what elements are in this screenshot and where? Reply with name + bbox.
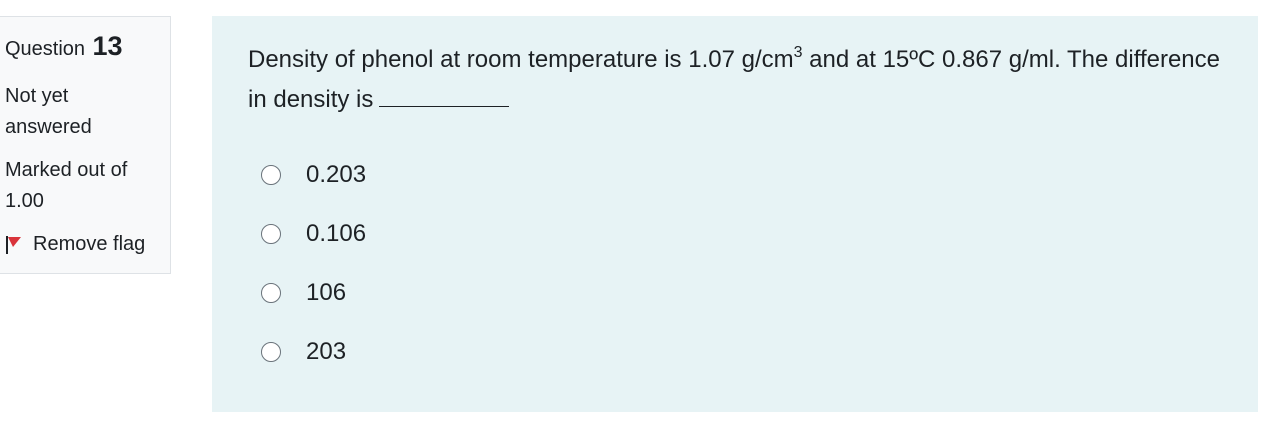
grade-line-1: Marked out of <box>5 159 128 181</box>
answer-blank <box>379 80 510 107</box>
question-state: Not yet answered <box>5 81 155 143</box>
grade-line-2: 1.00 <box>5 190 44 212</box>
answer-option-4[interactable]: 203 <box>261 335 346 369</box>
question-superscript: 3 <box>793 44 803 61</box>
question-number: 13 <box>92 31 123 61</box>
answer-option-label: 106 <box>306 279 347 306</box>
radio-button[interactable] <box>261 342 281 362</box>
state-line-2: answered <box>5 116 92 138</box>
flag-icon <box>6 235 21 254</box>
answer-option-1[interactable]: 0.203 <box>261 158 366 192</box>
answer-option-label: 0.203 <box>306 161 367 188</box>
question-info-panel: Question 13 Not yet answered Marked out … <box>0 16 171 274</box>
answer-option-3[interactable]: 106 <box>261 276 346 310</box>
question-text: Density of phenol at room temperature is… <box>248 40 1228 120</box>
radio-button[interactable] <box>261 283 281 303</box>
question-content: Density of phenol at room temperature is… <box>212 16 1258 412</box>
answer-option-label: 0.106 <box>306 220 367 247</box>
question-grade: Marked out of 1.00 <box>5 155 155 217</box>
radio-button[interactable] <box>261 224 281 244</box>
state-line-1: Not yet <box>5 85 69 107</box>
question-label: Question <box>5 38 86 60</box>
answer-option-label: 203 <box>306 338 347 365</box>
answer-option-2[interactable]: 0.106 <box>261 217 366 251</box>
remove-flag-label: Remove flag <box>33 233 146 255</box>
question-number-line: Question 13 <box>5 31 123 62</box>
question-text-part-1: Density of phenol at room temperature is… <box>248 46 794 73</box>
radio-button[interactable] <box>261 165 281 185</box>
remove-flag-button[interactable]: Remove flag <box>5 233 145 256</box>
